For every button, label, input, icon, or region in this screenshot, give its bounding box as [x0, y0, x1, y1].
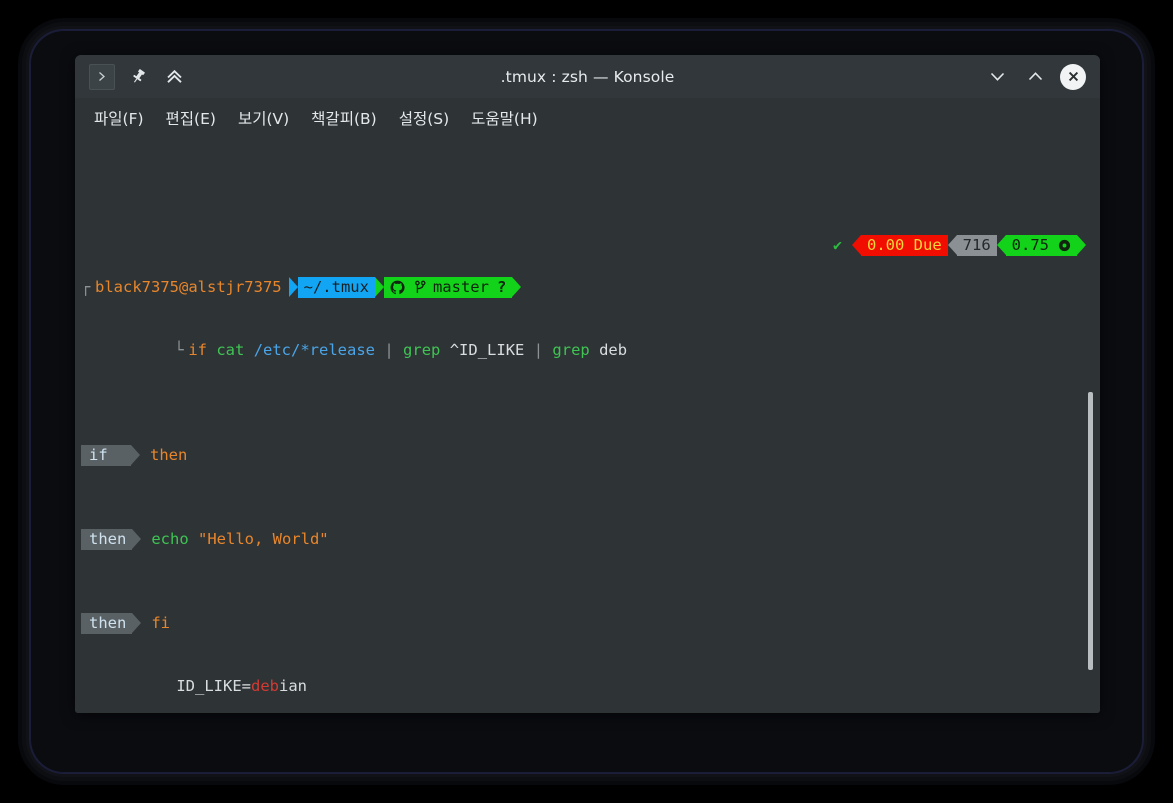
cmd-keyword-if: if — [188, 341, 207, 359]
maximize-button[interactable] — [1022, 64, 1048, 90]
terminal-prompt-icon[interactable] — [89, 63, 115, 90]
cont-text-keyword: echo — [151, 530, 189, 548]
cmd-cat: cat — [216, 341, 245, 359]
cont-arrow — [132, 529, 142, 549]
terminal-view[interactable]: ┌ black7375@alstjr7375 ~/.tmux master ? … — [75, 137, 1100, 713]
disk-icon — [1049, 239, 1071, 252]
powerline-arrow-path — [288, 277, 298, 297]
prompt-corner-bottom: └ — [174, 341, 184, 359]
menu-view[interactable]: 보기(V) — [229, 104, 298, 132]
cmd-pattern: ^ID_LIKE — [449, 341, 525, 359]
rp-arrow-num — [947, 235, 957, 255]
rp-arrow-end — [1077, 235, 1086, 255]
prompt-userhost: black7375@alstjr7375 — [95, 278, 282, 296]
menu-settings[interactable]: 설정(S) — [390, 104, 458, 132]
powerline-arrow-end — [512, 277, 522, 297]
desktop-background: .tmux : zsh — Konsole 파일(F) 편집(E) 보기(V) … — [0, 0, 1173, 803]
close-button[interactable] — [1060, 63, 1086, 90]
menu-bookmarks[interactable]: 책갈피(B) — [302, 104, 386, 132]
powerline-arrow-git — [374, 277, 384, 297]
cont-label: then — [81, 529, 133, 550]
rp-arrow-load — [996, 235, 1006, 255]
continuation-line: then echo "Hello, World" — [81, 487, 1100, 550]
rp-due-segment: 0.00 Due — [861, 235, 948, 256]
titlebar-left-icons — [83, 63, 187, 90]
github-octocat-icon — [390, 280, 415, 295]
output-match: deb — [250, 677, 279, 695]
cont-arrow — [131, 445, 140, 465]
continuation-line: then fi — [81, 571, 1100, 634]
cont-arrow — [132, 613, 142, 633]
cmd-grep-2: grep — [552, 341, 590, 359]
git-branch-name: master — [432, 278, 489, 296]
git-dirty-marker: ? — [496, 278, 507, 296]
rp-load-segment: 0.75 — [1005, 235, 1077, 256]
cont-label: then — [81, 613, 133, 634]
continuation-line: if then — [81, 403, 1100, 466]
cont-text: fi — [151, 614, 170, 632]
menubar: 파일(F) 편집(E) 보기(V) 책갈피(B) 설정(S) 도움말(H) — [75, 98, 1100, 137]
window-controls — [984, 63, 1092, 90]
cont-text: then — [150, 446, 188, 464]
cont-text-rest: "Hello, World" — [188, 530, 329, 548]
output-post: ian — [278, 677, 307, 695]
titlebar[interactable]: .tmux : zsh — Konsole — [75, 55, 1100, 98]
prompt-line: ┌ black7375@alstjr7375 ~/.tmux master ? … — [81, 235, 1100, 298]
rp-number-segment: 716 — [956, 235, 997, 256]
rp-arrow-due — [852, 235, 862, 255]
cmd-grep-1: grep — [403, 341, 441, 359]
status-ok-icon: ✔ — [832, 236, 843, 254]
cmd-path-arg: /etc/*release — [253, 341, 376, 359]
menu-help[interactable]: 도움말(H) — [462, 104, 547, 132]
right-prompt: ✔ 0.00 Due 716 0.75 — [833, 235, 1086, 256]
scrollbar-thumb[interactable] — [1088, 392, 1093, 670]
menu-edit[interactable]: 편집(E) — [157, 104, 225, 132]
git-branch-icon — [415, 280, 433, 295]
cont-label: if — [81, 445, 131, 466]
output-line: ID_LIKE=debian — [81, 655, 1100, 695]
cmd-pipe-1: | — [384, 341, 394, 359]
minimize-button[interactable] — [984, 64, 1010, 90]
rp-load-value: 0.75 — [1011, 236, 1049, 254]
prompt-git-segment: master ? — [383, 277, 513, 298]
pin-icon[interactable] — [125, 64, 151, 90]
output-pre: ID_LIKE= — [176, 677, 251, 695]
cmd-pipe-2: | — [533, 341, 544, 359]
prompt-path-segment: ~/.tmux — [297, 277, 375, 298]
window-title: .tmux : zsh — Konsole — [500, 67, 675, 86]
prompt-corner-top: ┌ — [81, 278, 91, 296]
cmd-grep-arg: deb — [599, 341, 628, 359]
menu-file[interactable]: 파일(F) — [85, 104, 153, 132]
konsole-window: .tmux : zsh — Konsole 파일(F) 편집(E) 보기(V) … — [75, 55, 1100, 713]
command-line: └ if cat /etc/*release | grep ^ID_LIKE | … — [81, 319, 1100, 359]
collapse-chevrons-icon[interactable] — [161, 64, 187, 90]
